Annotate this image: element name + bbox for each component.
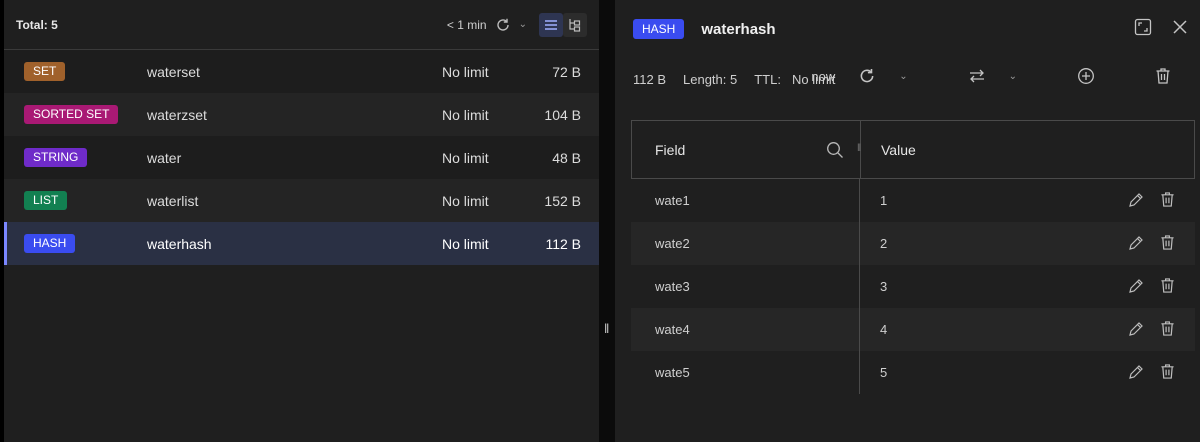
edit-icon[interactable] <box>1128 191 1144 208</box>
delete-icon[interactable] <box>1160 277 1175 294</box>
key-row[interactable]: STRING water No limit 48 B <box>4 136 599 179</box>
delete-icon[interactable] <box>1160 320 1175 337</box>
type-badge-hash: HASH <box>24 234 76 253</box>
chevron-down-icon[interactable]: ⌄ <box>1009 71 1017 82</box>
add-icon[interactable] <box>1077 67 1095 85</box>
ttl-label: TTL: <box>754 71 781 87</box>
key-list-header: Total: 5 < 1 min ⌄ <box>4 0 599 50</box>
last-refresh-time: < 1 min <box>446 17 487 32</box>
table-row: wate5 5 <box>631 351 1195 394</box>
refresh-icon[interactable] <box>858 67 876 85</box>
total-keys-label: Total: 5 <box>16 17 58 32</box>
value-header-label: Value <box>881 141 916 158</box>
hash-fields-table: Field Value ‖ wate1 1 wate2 2 wate3 3 wa… <box>631 120 1195 394</box>
chevron-down-icon[interactable]: ⌄ <box>519 19 527 30</box>
type-badge-set: SET <box>24 62 66 81</box>
key-ttl: No limit <box>442 106 489 123</box>
key-size: 152 B <box>544 192 581 209</box>
field-cell: wate4 <box>631 308 860 351</box>
tree-view-icon[interactable] <box>563 12 587 37</box>
key-size: 104 B <box>544 106 581 123</box>
key-metadata: 112 B Length: 5 TTL: No limit now ⌄ ⌄ <box>615 58 1200 100</box>
key-name: waterset <box>147 63 200 80</box>
delete-icon[interactable] <box>1160 363 1175 380</box>
table-row: wate1 1 <box>631 179 1195 222</box>
key-length: Length: 5 <box>683 71 738 87</box>
table-body: wate1 1 wate2 2 wate3 3 wate4 4 wate5 5 <box>631 179 1195 394</box>
key-row[interactable]: LIST waterlist No limit 152 B <box>4 179 599 222</box>
field-cell: wate3 <box>631 265 860 308</box>
field-header-label: Field <box>655 141 686 158</box>
resize-handle-icon[interactable]: ‖ <box>604 321 609 336</box>
key-ttl: No limit <box>442 63 489 80</box>
edit-icon[interactable] <box>1128 234 1144 251</box>
type-badge-string: STRING <box>24 148 88 167</box>
key-size: 48 B <box>552 149 581 166</box>
delete-icon[interactable] <box>1160 191 1175 208</box>
type-badge-sorted-set: SORTED SET <box>24 105 119 124</box>
fullscreen-icon[interactable] <box>1134 18 1152 36</box>
table-row: wate2 2 <box>631 222 1195 265</box>
key-size: 72 B <box>552 63 581 80</box>
key-name: waterzset <box>147 106 207 123</box>
type-badge-list: LIST <box>24 191 68 210</box>
value-column-header: Value <box>861 121 1194 178</box>
key-ttl: No limit <box>442 192 489 209</box>
chevron-down-icon[interactable]: ⌄ <box>899 71 907 82</box>
key-size: 112 B <box>545 235 581 252</box>
list-view-icon[interactable] <box>539 12 563 37</box>
key-name: waterlist <box>147 192 199 209</box>
format-switch-icon[interactable] <box>968 68 986 84</box>
key-row-selected[interactable]: HASH waterhash No limit 112 B <box>4 222 599 265</box>
key-row[interactable]: SORTED SET waterzset No limit 104 B <box>4 93 599 136</box>
delete-icon[interactable] <box>1160 234 1175 251</box>
key-size: 112 B <box>633 71 667 87</box>
key-row[interactable]: SET waterset No limit 72 B <box>4 50 599 93</box>
key-name-title[interactable]: waterhash <box>701 21 775 38</box>
edit-icon[interactable] <box>1128 277 1144 294</box>
key-list-panel: Total: 5 < 1 min ⌄ SET waterset No limit… <box>4 0 599 442</box>
panel-divider[interactable] <box>599 0 615 442</box>
delete-icon[interactable] <box>1155 67 1171 85</box>
field-cell: wate1 <box>631 179 860 222</box>
key-rows: SET waterset No limit 72 B SORTED SET wa… <box>4 50 599 265</box>
table-header: Field Value ‖ <box>631 120 1195 179</box>
edit-icon[interactable] <box>1128 320 1144 337</box>
key-ttl: No limit <box>442 149 489 166</box>
resize-handle-icon[interactable]: ‖ <box>857 143 861 154</box>
key-ttl: No limit <box>442 235 489 252</box>
edit-icon[interactable] <box>1128 363 1144 380</box>
close-icon[interactable] <box>1172 18 1188 36</box>
field-cell: wate5 <box>631 351 860 394</box>
search-icon[interactable] <box>826 141 844 162</box>
field-cell: wate2 <box>631 222 860 265</box>
field-column-header: Field <box>632 121 861 178</box>
table-row: wate4 4 <box>631 308 1195 351</box>
table-row: wate3 3 <box>631 265 1195 308</box>
type-badge-hash: HASH <box>633 19 685 39</box>
details-header: HASH waterhash <box>615 0 1200 58</box>
key-name: waterhash <box>147 235 212 252</box>
key-name: water <box>147 149 182 166</box>
refresh-icon[interactable] <box>495 17 511 33</box>
last-refresh-time: now <box>811 68 836 84</box>
key-details-panel: HASH waterhash 112 B Length: 5 TTL: No l… <box>615 0 1200 442</box>
